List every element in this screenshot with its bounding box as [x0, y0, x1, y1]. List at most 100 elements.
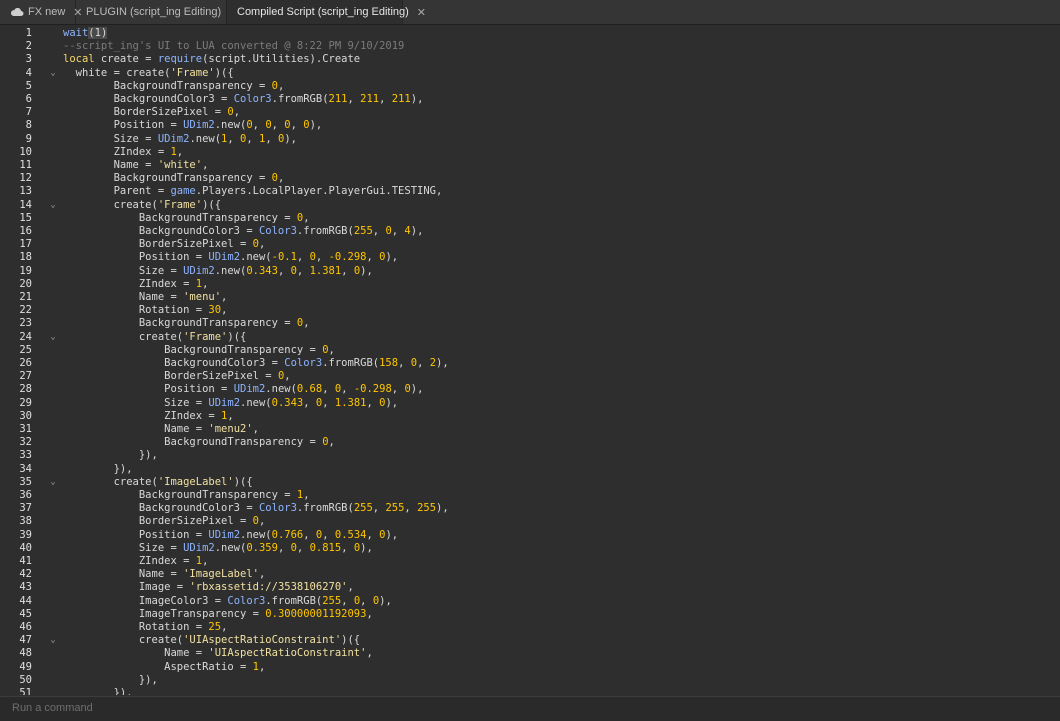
fold-chevron-icon[interactable]: ⌄ — [48, 67, 58, 80]
line-number: 51 — [19, 687, 32, 695]
code-token: 255 — [353, 225, 373, 237]
line-number: 35 — [19, 475, 32, 488]
code-token: ZIndex = — [63, 409, 222, 422]
code-token: 255 — [385, 502, 405, 515]
code-token: , — [176, 145, 184, 158]
code-token: 255 — [353, 502, 373, 515]
line-number: 48 — [19, 647, 32, 660]
line-number: 6 — [25, 93, 32, 105]
code-line: 48 Name = 'UIAspectRatioConstraint', — [0, 647, 1060, 660]
code-text: }), — [63, 463, 133, 476]
tab-2[interactable]: PLUGIN (script_ing Editing)✕ — [76, 0, 238, 24]
fold-chevron-icon[interactable]: ⌄ — [48, 199, 58, 212]
code-token: BorderSizePixel = — [63, 238, 253, 251]
code-token: , — [366, 251, 380, 264]
code-token: 'menu' — [183, 291, 222, 303]
line-number: 10 — [19, 145, 32, 158]
close-icon[interactable]: ✕ — [417, 6, 426, 19]
code-token: 255 — [322, 594, 342, 607]
code-line: 8 Position = UDim2.new(0, 0, 0, 0), — [0, 119, 1060, 132]
code-text: Name = 'white', — [63, 159, 209, 172]
code-token: .new( — [240, 528, 272, 541]
code-token: }), — [63, 673, 158, 686]
code-token: 0.343 — [246, 264, 278, 277]
code-line: 7 BorderSizePixel = 0, — [0, 106, 1060, 119]
code-token: Color3 — [284, 357, 323, 369]
code-text: Position = UDim2.new(0.766, 0, 0.534, 0)… — [63, 529, 398, 542]
code-token: ), — [410, 93, 424, 105]
code-line: 9 Size = UDim2.new(1, 0, 1, 0), — [0, 133, 1060, 146]
code-line: 26 BackgroundColor3 = Color3.fromRGB(158… — [0, 357, 1060, 370]
line-number: 30 — [19, 409, 32, 422]
code-token: create( — [63, 330, 184, 343]
fold-chevron-icon[interactable]: ⌄ — [48, 634, 58, 647]
tab-1[interactable]: FX new ✕ — [0, 0, 83, 24]
code-line: 40 Size = UDim2.new(0.359, 0, 0.815, 0), — [0, 542, 1060, 555]
code-token: Color3 — [233, 93, 272, 105]
code-token: , — [315, 251, 329, 264]
code-text: Parent = game.Players.LocalPlayer.Player… — [63, 185, 443, 198]
code-token: Size = — [63, 132, 158, 145]
code-token: UDim2 — [183, 264, 215, 277]
code-token: ), — [385, 396, 399, 409]
tab-label: FX new — [28, 6, 66, 18]
code-text: Position = UDim2.new(-0.1, 0, -0.298, 0)… — [63, 251, 398, 264]
code-token: 0.68 — [296, 383, 323, 396]
code-token: 'Frame' — [170, 66, 215, 79]
code-token: , — [252, 423, 259, 435]
code-token: 0.815 — [309, 541, 342, 554]
code-token: ), — [410, 383, 424, 396]
code-line: 27 BorderSizePixel = 0, — [0, 370, 1060, 383]
code-token: .fromRGB( — [322, 357, 380, 369]
code-token: .new( — [189, 132, 222, 145]
line-number: 44 — [19, 594, 32, 607]
code-token: , — [227, 409, 234, 422]
code-text: ZIndex = 1, — [63, 278, 209, 291]
line-number: 21 — [19, 291, 32, 303]
code-text: AspectRatio = 1, — [63, 661, 265, 674]
code-line: 42 Name = 'ImageLabel', — [0, 568, 1060, 581]
code-text: BackgroundTransparency = 0, — [63, 344, 335, 357]
line-number: 15 — [19, 211, 32, 224]
code-token: (script.Utilities).Create — [202, 53, 361, 66]
code-token: 'white' — [157, 159, 203, 171]
fold-chevron-icon[interactable]: ⌄ — [48, 331, 58, 344]
code-token: , — [347, 581, 354, 594]
line-number: 37 — [19, 502, 32, 515]
code-token: }), — [63, 462, 133, 475]
code-token: Name = — [63, 159, 158, 171]
line-number: 50 — [19, 673, 32, 686]
code-token: , — [296, 541, 310, 554]
code-line: 39 Position = UDim2.new(0.766, 0, 0.534,… — [0, 529, 1060, 542]
code-token: -0.298 — [328, 251, 367, 264]
code-token: , — [341, 541, 354, 554]
tab-bar: FX new✕PLUGIN (script_ing Editing)✕Compi… — [0, 0, 1060, 25]
line-number: 38 — [19, 515, 32, 528]
code-line: 25 BackgroundTransparency = 0, — [0, 344, 1060, 357]
code-token: , — [303, 317, 310, 330]
code-text: ImageColor3 = Color3.fromRGB(255, 0, 0), — [63, 595, 392, 608]
code-token: ), — [379, 594, 392, 607]
line-number: 27 — [19, 370, 32, 383]
code-token: 211 — [360, 93, 380, 105]
code-token: UDim2 — [183, 119, 215, 132]
code-token: , — [296, 251, 310, 264]
command-input[interactable] — [10, 700, 1054, 716]
tab-3[interactable]: Compiled Script (script_ing Editing) ✕ — [227, 0, 426, 24]
code-text: Image = 'rbxassetid://3538106270', — [63, 581, 354, 594]
code-text: BackgroundColor3 = Color3.fromRGB(158, 0… — [63, 357, 449, 370]
code-token: , — [227, 132, 241, 145]
code-line: 46 Rotation = 25, — [0, 621, 1060, 634]
fold-chevron-icon[interactable]: ⌄ — [48, 476, 58, 489]
code-token: , — [303, 211, 310, 224]
code-text: Size = UDim2.new(0.343, 0, 1.381, 0), — [63, 265, 373, 278]
code-token: .fromRGB( — [296, 225, 354, 237]
code-token: UDim2 — [233, 383, 266, 396]
code-token: BackgroundTransparency = — [63, 436, 323, 449]
code-token: UDim2 — [157, 132, 190, 145]
line-number: 28 — [19, 383, 32, 396]
code-editor[interactable]: 1 wait(1) 2 --script_ing's UI to LUA conver… — [0, 25, 1060, 695]
code-text: local create = require(script.Utilities)… — [63, 53, 360, 66]
code-line: 22 Rotation = 30, — [0, 304, 1060, 317]
line-number: 14 — [19, 198, 32, 211]
